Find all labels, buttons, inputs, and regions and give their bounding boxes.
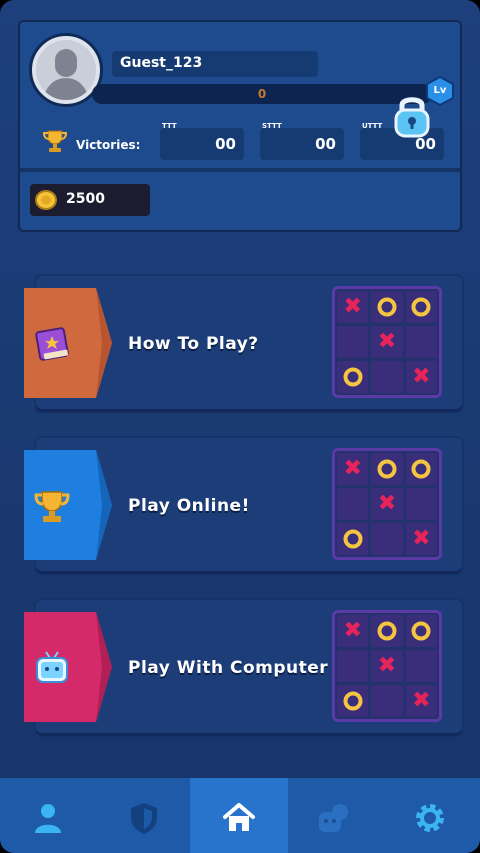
settings-icon[interactable]: [412, 800, 448, 836]
mode-title: How To Play?: [128, 334, 259, 354]
x-mark: ✖: [337, 615, 369, 647]
empty-cell: [371, 685, 403, 717]
o-mark: [337, 685, 369, 717]
empty-cell: [337, 488, 369, 520]
empty-cell: [405, 326, 437, 358]
empty-cell: [371, 361, 403, 393]
friends-icon[interactable]: [316, 800, 352, 836]
board-preview: ✖ ✖ ✖: [332, 610, 442, 722]
robot-tv-icon: [32, 648, 72, 688]
avatar-head-shape: [55, 49, 77, 77]
board-preview: ✖ ✖ ✖: [332, 286, 442, 398]
card-tab: [24, 612, 112, 722]
x-mark: ✖: [337, 453, 369, 485]
o-mark: [371, 453, 403, 485]
stat-value: 00: [315, 135, 336, 153]
bottom-nav: [0, 778, 480, 853]
x-mark: ✖: [405, 523, 437, 555]
o-mark: [337, 523, 369, 555]
x-mark: ✖: [405, 685, 437, 717]
o-mark: [371, 615, 403, 647]
mode-card-play-computer[interactable]: Play With Computer ✖ ✖ ✖: [24, 600, 462, 736]
stat-ttt: TTT 00: [160, 122, 244, 160]
o-mark: [405, 615, 437, 647]
board-preview: ✖ ✖ ✖: [332, 448, 442, 560]
coin-balance[interactable]: 2500: [30, 184, 150, 216]
x-mark: ✖: [371, 488, 403, 520]
panel-divider: [20, 168, 460, 172]
shield-icon[interactable]: [126, 800, 162, 836]
x-mark: ✖: [405, 361, 437, 393]
lock-icon: [392, 92, 432, 138]
trophy-icon: [42, 128, 68, 154]
card-tab: [24, 288, 112, 398]
rule-book-icon: [32, 324, 72, 364]
stat-tag: TTT: [162, 122, 177, 130]
home-icon[interactable]: [221, 800, 257, 836]
x-mark: ✖: [371, 650, 403, 682]
mode-title: Play With Computer: [128, 658, 329, 678]
avatar-body-shape: [44, 78, 88, 100]
o-mark: [371, 291, 403, 323]
mode-title: Play Online!: [128, 496, 250, 516]
victories-label: Victories:: [76, 138, 141, 152]
card-tab: [24, 450, 112, 560]
game-screen: Guest_123 0 Lv Victories: TTT 00 STTT 00: [0, 0, 480, 853]
avatar[interactable]: [32, 36, 100, 104]
stat-sttt: STTT 00: [260, 122, 344, 160]
empty-cell: [337, 650, 369, 682]
mode-card-play-online[interactable]: Play Online! ✖ ✖ ✖: [24, 438, 462, 574]
stat-tag: STTT: [262, 122, 282, 130]
empty-cell: [405, 488, 437, 520]
x-mark: ✖: [371, 326, 403, 358]
o-mark: [337, 361, 369, 393]
empty-cell: [405, 650, 437, 682]
x-mark: ✖: [337, 291, 369, 323]
coin-amount: 2500: [66, 191, 105, 207]
xp-progress-bar: 0: [92, 84, 432, 104]
profile-icon[interactable]: [30, 800, 66, 836]
o-mark: [405, 453, 437, 485]
mode-card-how-to-play[interactable]: How To Play? ✖ ✖ ✖: [24, 276, 462, 412]
trophy-icon: [32, 486, 72, 526]
stat-value: 00: [215, 135, 236, 153]
coin-icon: [34, 188, 58, 212]
empty-cell: [337, 326, 369, 358]
stat-tag: UTTT: [362, 122, 383, 130]
empty-cell: [371, 523, 403, 555]
username-label[interactable]: Guest_123: [112, 51, 318, 77]
o-mark: [405, 291, 437, 323]
